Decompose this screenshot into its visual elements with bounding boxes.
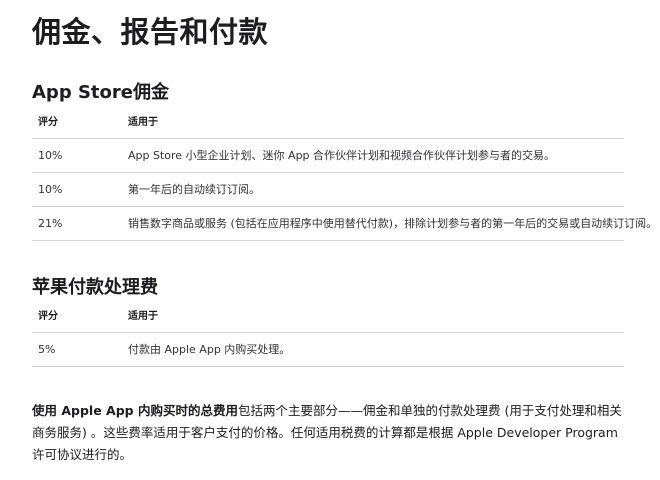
table-row: 5% 付款由 Apple App 内购买处理。 bbox=[32, 333, 624, 367]
table-header-row: 评分 适用于 bbox=[32, 302, 624, 333]
applies-to-cell: 销售数字商品或服务 (包括在应用程序中使用替代付款)，排除计划参与者的第一年后的… bbox=[128, 217, 658, 230]
app-store-commission-table: 评分 适用于 10% App Store 小型企业计划、迷你 App 合作伙伴计… bbox=[32, 108, 657, 241]
applies-to-cell: 付款由 Apple App 内购买处理。 bbox=[128, 343, 291, 356]
rate-column-header: 评分 bbox=[38, 117, 58, 128]
table-row: 10% App Store 小型企业计划、迷你 App 合作伙伴计划和视频合作伙… bbox=[32, 139, 624, 173]
rate-cell: 10% bbox=[38, 149, 63, 162]
applies-to-cell: App Store 小型企业计划、迷你 App 合作伙伴计划和视频合作伙伴计划参… bbox=[128, 149, 556, 162]
apple-payment-fee-table: 评分 适用于 5% 付款由 Apple App 内购买处理。 bbox=[32, 302, 624, 367]
fee-explanation-paragraph: 使用 Apple App 内购买时的总费用包括两个主要部分——佣金和单独的付款处… bbox=[32, 400, 624, 466]
rate-cell: 21% bbox=[38, 217, 63, 230]
apple-payment-fee-heading: 苹果付款处理费 bbox=[32, 277, 158, 298]
fee-explanation-strong: 使用 Apple App 内购买时的总费用 bbox=[32, 403, 238, 418]
rate-cell: 10% bbox=[38, 183, 63, 196]
applies-to-column-header: 适用于 bbox=[128, 311, 158, 322]
table-row: 10% 第一年后的自动续订订阅。 bbox=[32, 173, 624, 207]
app-store-commission-heading: App Store佣金 bbox=[32, 82, 169, 103]
applies-to-cell: 第一年后的自动续订订阅。 bbox=[128, 183, 260, 196]
table-row: 21% 销售数字商品或服务 (包括在应用程序中使用替代付款)，排除计划参与者的第… bbox=[32, 207, 657, 241]
rate-column-header: 评分 bbox=[38, 311, 58, 322]
applies-to-column-header: 适用于 bbox=[128, 117, 158, 128]
rate-cell: 5% bbox=[38, 343, 56, 356]
page-title: 佣金、报告和付款 bbox=[32, 15, 269, 49]
table-header-row: 评分 适用于 bbox=[32, 108, 624, 139]
